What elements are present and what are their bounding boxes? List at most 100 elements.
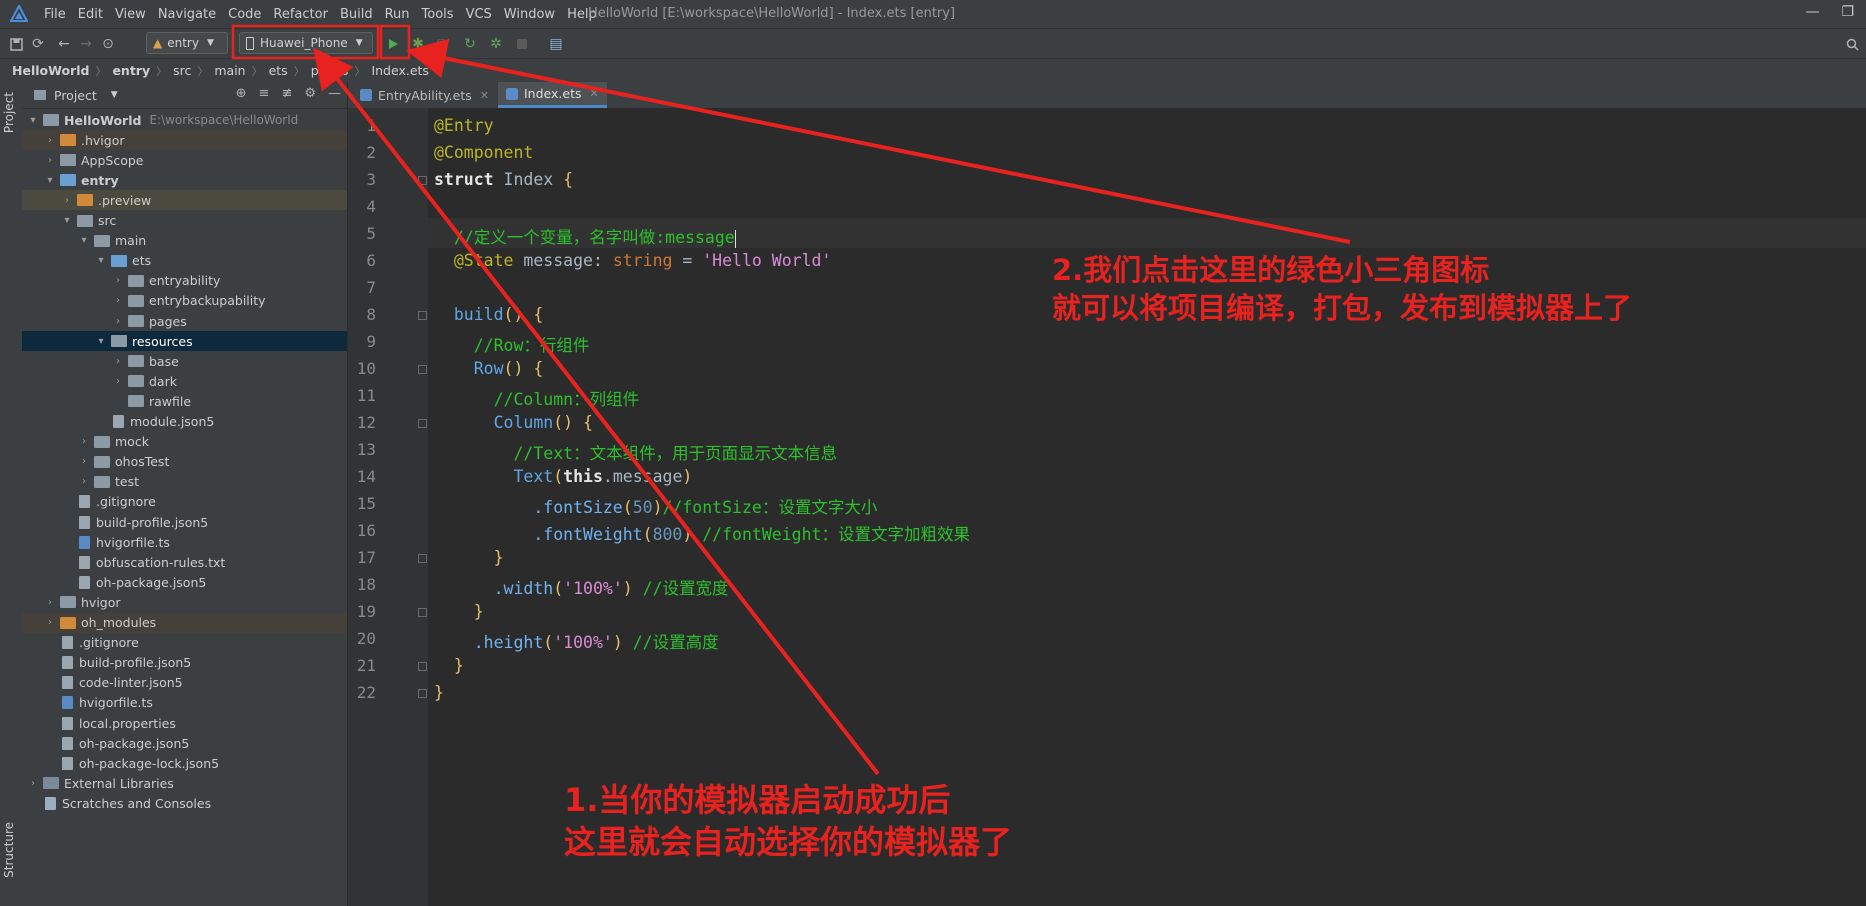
tree-item[interactable]: code-linter.json5: [22, 673, 347, 693]
breadcrumb-item[interactable]: entry: [112, 63, 150, 78]
search-icon[interactable]: [1842, 34, 1862, 54]
tree-item[interactable]: › External Libraries: [22, 773, 347, 793]
chevron-down-icon[interactable]: ▾: [94, 255, 108, 266]
tree-item[interactable]: build-profile.json5: [22, 653, 347, 673]
code-line[interactable]: }: [434, 602, 484, 621]
menu-build[interactable]: Build: [340, 7, 373, 22]
chevron-right-icon[interactable]: ›: [111, 356, 125, 367]
chevron-right-icon[interactable]: ›: [43, 597, 57, 608]
chevron-down-icon[interactable]: ▾: [94, 336, 108, 347]
tree-item[interactable]: › ohosTest: [22, 452, 347, 472]
forward-icon[interactable]: →: [76, 34, 96, 54]
code-line[interactable]: Row() {: [434, 359, 544, 378]
fold-marker-icon[interactable]: [418, 608, 427, 617]
module-select[interactable]: ▲ entry ▼: [146, 32, 228, 54]
code-line[interactable]: //Text：文本组件，用于页面显示文本信息: [434, 440, 837, 464]
device-manager-icon[interactable]: ▤: [546, 34, 566, 54]
project-tool-tab[interactable]: Project: [2, 92, 16, 133]
tree-item[interactable]: ▾ ets: [22, 251, 347, 271]
expand-all-icon[interactable]: ≡: [259, 86, 270, 101]
tree-item[interactable]: Scratches and Consoles: [22, 793, 347, 813]
code-line[interactable]: //定义一个变量，名字叫做:message: [434, 224, 737, 248]
fold-marker-icon[interactable]: [418, 662, 427, 671]
breadcrumb-item[interactable]: ets: [269, 63, 288, 78]
code-line[interactable]: .fontWeight(800) //fontWeight：设置文字加粗效果: [434, 521, 970, 545]
code-line[interactable]: @Entry: [434, 116, 494, 135]
run-button[interactable]: [383, 34, 403, 54]
fold-marker-icon[interactable]: [418, 419, 427, 428]
tree-item[interactable]: hvigorfile.ts: [22, 532, 347, 552]
tree-item[interactable]: › test: [22, 472, 347, 492]
tree-item[interactable]: › pages: [22, 311, 347, 331]
code-line[interactable]: //Row：行组件: [434, 332, 590, 356]
chevron-right-icon[interactable]: ›: [111, 316, 125, 327]
tab-index[interactable]: Index.ets ✕: [498, 82, 607, 108]
close-icon[interactable]: ✕: [480, 89, 489, 102]
tree-item[interactable]: ▾ HelloWorld E:\workspace\HelloWorld: [22, 110, 347, 130]
menu-navigate[interactable]: Navigate: [158, 7, 216, 22]
device-select[interactable]: Huawei_Phone ▼: [239, 32, 373, 54]
tree-item[interactable]: › base: [22, 351, 347, 371]
menu-file[interactable]: File: [44, 7, 66, 22]
fold-marker-icon[interactable]: [418, 554, 427, 563]
tree-item[interactable]: obfuscation-rules.txt: [22, 552, 347, 572]
tree-item[interactable]: › entryability: [22, 271, 347, 291]
code-line[interactable]: //Column：列组件: [434, 386, 639, 410]
collapse-all-icon[interactable]: ≢: [281, 86, 292, 101]
code-line[interactable]: struct Index {: [434, 170, 573, 189]
tree-item[interactable]: › oh_modules: [22, 612, 347, 633]
code-line[interactable]: @State message: string = 'Hello World': [434, 251, 832, 270]
tree-item[interactable]: › mock: [22, 432, 347, 452]
code-line[interactable]: Text(this.message): [434, 467, 692, 486]
target-icon[interactable]: ⊙: [98, 34, 118, 54]
save-all-icon[interactable]: [6, 34, 26, 54]
chevron-right-icon[interactable]: ›: [77, 476, 91, 487]
breadcrumb-item[interactable]: src: [173, 63, 191, 78]
chevron-right-icon[interactable]: ›: [43, 617, 57, 628]
menu-refactor[interactable]: Refactor: [273, 7, 328, 22]
tree-item[interactable]: ▾ main: [22, 231, 347, 251]
debug-icon[interactable]: ✱: [408, 34, 428, 54]
code-line[interactable]: }: [434, 683, 444, 702]
minimize-icon[interactable]: —: [1805, 4, 1819, 20]
chevron-right-icon[interactable]: ›: [111, 376, 125, 387]
chevron-down-icon[interactable]: ▾: [43, 175, 57, 186]
tree-item[interactable]: › entrybackupability: [22, 291, 347, 311]
profile-icon[interactable]: ✲: [486, 34, 506, 54]
code-line[interactable]: }: [434, 548, 504, 567]
tree-item[interactable]: ▾ src: [22, 211, 347, 231]
menu-run[interactable]: Run: [385, 7, 410, 22]
tree-item[interactable]: › dark: [22, 371, 347, 391]
menu-edit[interactable]: Edit: [78, 7, 103, 22]
chevron-down-icon[interactable]: ▾: [60, 215, 74, 226]
tree-item[interactable]: › hvigor: [22, 592, 347, 612]
fold-marker-icon[interactable]: [418, 311, 427, 320]
menu-tools[interactable]: Tools: [422, 7, 454, 22]
menu-vcs[interactable]: VCS: [466, 7, 492, 22]
chevron-right-icon[interactable]: ›: [43, 155, 57, 166]
code-line[interactable]: .width('100%') //设置宽度: [434, 575, 729, 599]
chevron-down-icon[interactable]: ▾: [77, 235, 91, 246]
fold-marker-icon[interactable]: [418, 365, 427, 374]
locate-icon[interactable]: ⊕: [236, 86, 247, 101]
tree-item[interactable]: › .preview: [22, 190, 347, 211]
sync-icon[interactable]: ⟳: [28, 34, 48, 54]
chevron-down-icon[interactable]: ▼: [111, 90, 118, 100]
back-icon[interactable]: ←: [54, 34, 74, 54]
chevron-right-icon[interactable]: ›: [43, 135, 57, 146]
breadcrumb-item[interactable]: main: [214, 63, 245, 78]
chevron-right-icon[interactable]: ›: [77, 436, 91, 447]
code-line[interactable]: .fontSize(50)//fontSize：设置文字大小: [434, 494, 877, 518]
breadcrumb-item[interactable]: HelloWorld: [12, 63, 89, 78]
menu-view[interactable]: View: [115, 7, 146, 22]
tree-item[interactable]: module.json5: [22, 412, 347, 432]
gear-icon[interactable]: ⚙: [304, 86, 316, 101]
tree-item[interactable]: local.properties: [22, 713, 347, 733]
tab-entryability[interactable]: EntryAbility.ets ✕: [352, 82, 497, 108]
code-line[interactable]: @Component: [434, 143, 533, 162]
tree-item[interactable]: ▾ entry: [22, 170, 347, 190]
tree-item[interactable]: › .hvigor: [22, 130, 347, 151]
menu-code[interactable]: Code: [228, 7, 261, 22]
code-line[interactable]: Column() {: [434, 413, 593, 432]
code-line[interactable]: .height('100%') //设置高度: [434, 629, 719, 653]
